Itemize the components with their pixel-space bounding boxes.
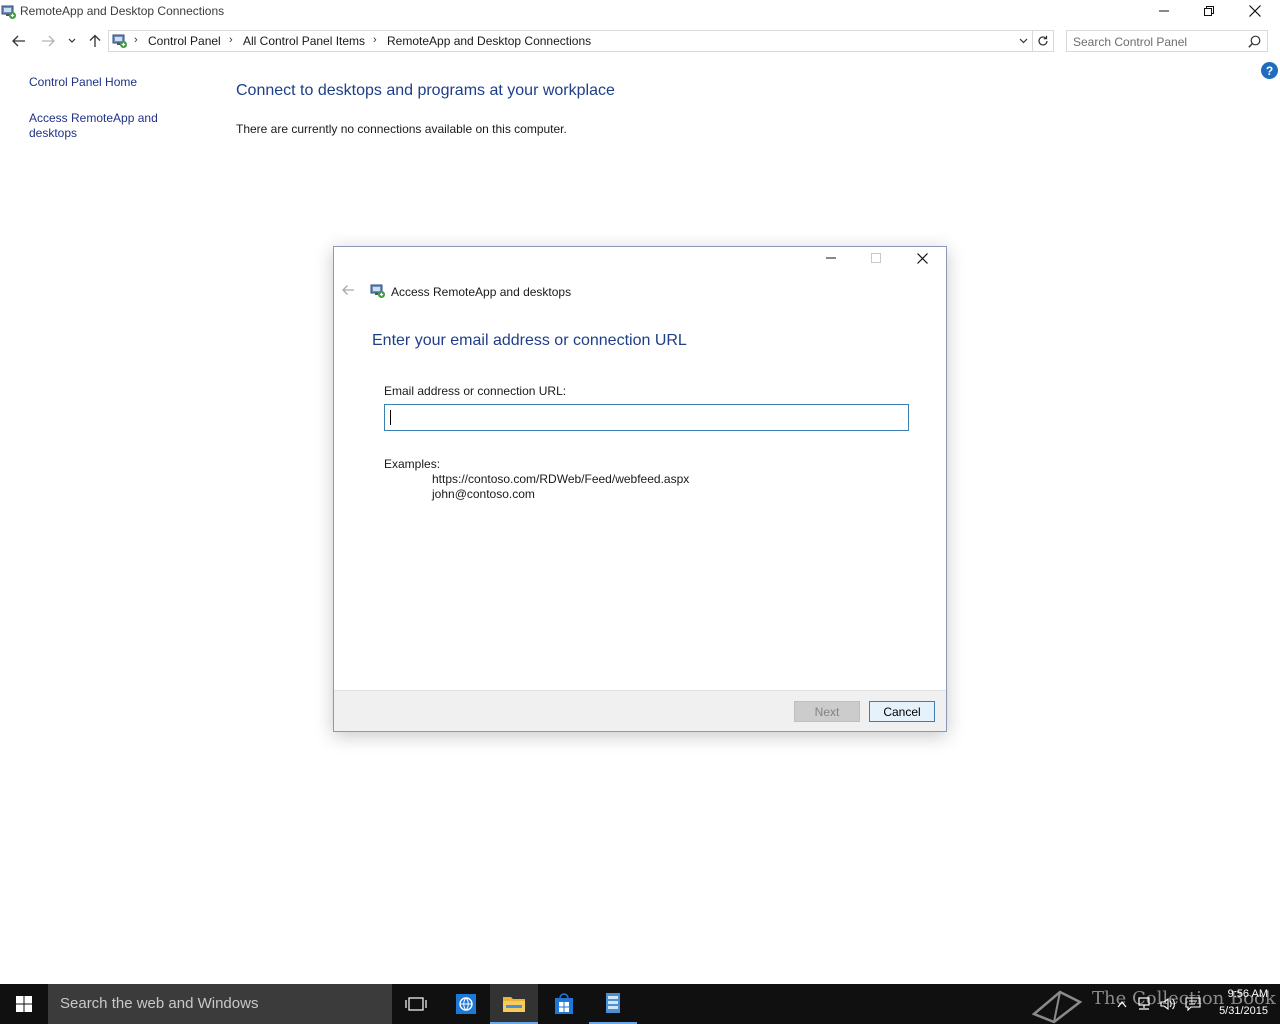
forward-button[interactable] [38,31,58,51]
dialog-minimize-button[interactable] [809,248,853,268]
next-button[interactable]: Next [794,701,860,722]
search-icon[interactable] [1248,35,1261,48]
address-bar[interactable]: › Control Panel › All Control Panel Item… [108,30,1033,52]
minimize-button[interactable] [1141,0,1187,22]
up-button[interactable] [85,31,105,51]
breadcrumb-all-items[interactable]: All Control Panel Items [243,34,365,48]
breadcrumb-chevron-icon[interactable]: › [134,34,138,46]
restore-button[interactable] [1186,0,1232,22]
example-email: john@contoso.com [432,487,535,501]
status-text: There are currently no connections avail… [236,122,567,136]
search-box[interactable] [1066,30,1268,52]
url-input[interactable] [389,409,899,426]
cancel-button[interactable]: Cancel [869,701,935,722]
help-icon[interactable]: ? [1261,62,1278,79]
dialog-heading: Enter your email address or connection U… [372,332,687,349]
access-remoteapp-dialog: Access RemoteApp and desktops Enter your… [333,246,947,732]
dialog-maximize-button [854,248,898,268]
back-button[interactable] [9,31,29,51]
control-panel-taskbar-icon[interactable] [589,984,637,1024]
clock-date[interactable]: 5/31/2015 [1208,1005,1268,1017]
title-bar: RemoteApp and Desktop Connections [0,0,1280,24]
breadcrumb-chevron-icon[interactable]: › [373,34,377,46]
url-field-label: Email address or connection URL: [384,384,567,398]
window-title: RemoteApp and Desktop Connections [20,4,225,18]
dialog-back-icon[interactable] [341,283,357,299]
address-dropdown-icon[interactable] [1015,33,1031,49]
examples-label: Examples: [384,457,441,471]
url-field[interactable] [384,404,909,431]
dialog-title: Access RemoteApp and desktops [391,285,572,299]
breadcrumb-control-panel[interactable]: Control Panel [148,34,221,48]
search-input[interactable] [1073,34,1243,49]
breadcrumb-chevron-icon[interactable]: › [229,34,233,46]
example-url: https://contoso.com/RDWeb/Feed/webfeed.a… [432,472,690,486]
store-icon[interactable] [540,984,588,1024]
dialog-close-button[interactable] [900,248,944,268]
page-title: Connect to desktops and programs at your… [236,82,615,99]
access-remoteapp-link-line2[interactable]: desktops [29,126,158,141]
recent-locations-dropdown[interactable] [62,31,82,51]
remoteapp-icon [370,283,386,299]
book-watermark-icon [1031,990,1083,1024]
remoteapp-icon [1,4,17,20]
refresh-button[interactable] [1033,30,1054,52]
access-remoteapp-link[interactable]: Access RemoteApp and desktops [29,111,158,141]
breadcrumb-remoteapp[interactable]: RemoteApp and Desktop Connections [387,34,591,48]
task-view-icon[interactable] [392,984,440,1024]
browser-icon[interactable] [442,984,490,1024]
volume-icon[interactable] [1160,996,1176,1012]
network-icon[interactable] [1136,996,1152,1012]
text-caret [390,410,391,425]
dialog-footer: Next Cancel [334,690,946,731]
file-explorer-icon[interactable] [490,984,538,1024]
control-panel-home-link[interactable]: Control Panel Home [29,75,137,90]
taskbar-search-box[interactable]: Search the web and Windows [48,984,392,1024]
access-remoteapp-link-line1[interactable]: Access RemoteApp and [29,111,158,126]
windows-logo-icon [16,996,32,1012]
taskbar: Search the web and Windows The Collectio… [0,984,1280,1024]
clock-time[interactable]: 9:56 AM [1208,988,1268,1000]
control-panel-icon [112,33,128,49]
show-hidden-icons-icon[interactable] [1114,996,1130,1012]
taskbar-search-placeholder[interactable]: Search the web and Windows [60,995,258,1012]
start-button[interactable] [0,984,48,1024]
close-button[interactable] [1232,0,1278,22]
action-center-icon[interactable] [1185,996,1201,1012]
